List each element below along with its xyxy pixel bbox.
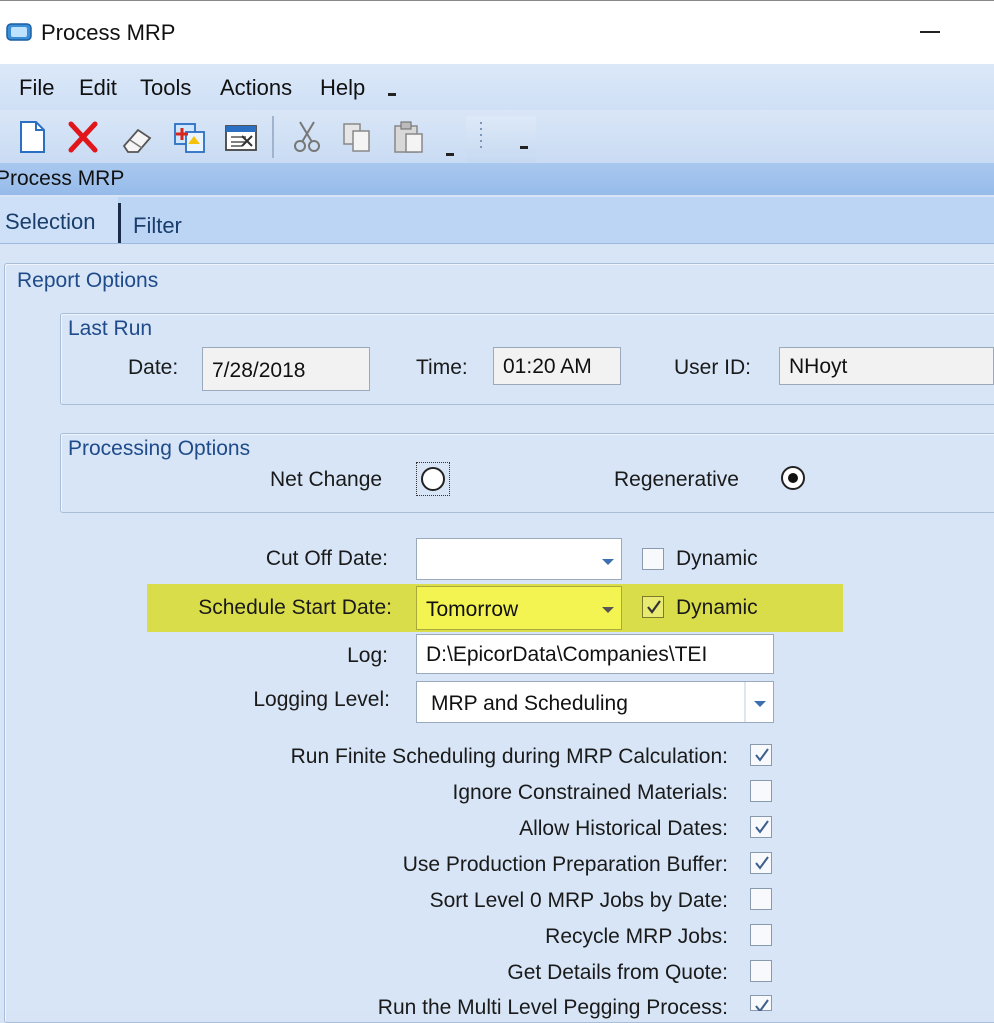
clear-icon[interactable] bbox=[120, 118, 154, 156]
copy-icon[interactable] bbox=[340, 118, 374, 156]
net-change-radio[interactable] bbox=[421, 467, 445, 491]
schedule-start-date-combo[interactable]: Tomorrow bbox=[416, 586, 622, 630]
multi-level-pegging-checkbox[interactable] bbox=[750, 995, 772, 1011]
schedule-start-dropdown-icon[interactable] bbox=[598, 600, 618, 620]
menu-tools[interactable]: Tools bbox=[140, 75, 191, 101]
sort-level0-label: Sort Level 0 MRP Jobs by Date: bbox=[429, 889, 728, 912]
cut-off-dynamic-label: Dynamic bbox=[676, 547, 758, 570]
last-run-date-field: 7/28/2018 bbox=[202, 347, 370, 391]
user-id-label: User ID: bbox=[674, 356, 752, 379]
allow-historical-checkbox[interactable] bbox=[750, 816, 772, 838]
logging-level-label: Logging Level: bbox=[253, 688, 390, 711]
allow-historical-label: Allow Historical Dates: bbox=[519, 817, 728, 840]
ignore-constrained-label: Ignore Constrained Materials: bbox=[452, 781, 728, 804]
logging-level-combo[interactable]: MRP and Scheduling bbox=[416, 681, 774, 723]
log-path-field[interactable]: D:\EpicorData\Companies\TEI bbox=[416, 634, 774, 674]
print-preview-icon[interactable] bbox=[224, 118, 258, 156]
tab-divider bbox=[118, 203, 121, 243]
schedule-start-dynamic-checkbox[interactable] bbox=[642, 596, 664, 618]
details-from-quote-checkbox[interactable] bbox=[750, 960, 772, 982]
regenerative-radio[interactable] bbox=[781, 466, 805, 490]
toolbar-secondary bbox=[466, 116, 536, 162]
cut-icon[interactable] bbox=[290, 118, 324, 156]
window-title: Process MRP bbox=[41, 20, 176, 45]
details-from-quote-label: Get Details from Quote: bbox=[507, 961, 728, 984]
cut-off-date-label: Cut Off Date: bbox=[265, 547, 388, 570]
paste-icon[interactable] bbox=[392, 118, 426, 156]
recycle-jobs-checkbox[interactable] bbox=[750, 924, 772, 946]
cut-off-dynamic-checkbox[interactable] bbox=[642, 548, 664, 570]
prep-buffer-label: Use Production Preparation Buffer: bbox=[402, 853, 728, 876]
attach-icon[interactable] bbox=[172, 118, 206, 156]
regenerative-label: Regenerative bbox=[614, 468, 739, 491]
tab-selection-label: Selection bbox=[5, 209, 96, 234]
app-icon bbox=[6, 22, 32, 42]
panel-title: Process MRP bbox=[0, 167, 125, 190]
finite-scheduling-label: Run Finite Scheduling during MRP Calcula… bbox=[290, 745, 728, 768]
cut-off-date-combo[interactable] bbox=[416, 538, 622, 580]
schedule-start-dynamic-label: Dynamic bbox=[676, 596, 758, 619]
toolbar-overflow-icon[interactable] bbox=[444, 146, 456, 156]
toolbar-separator bbox=[272, 116, 274, 158]
delete-icon[interactable] bbox=[66, 118, 100, 156]
prep-buffer-checkbox[interactable] bbox=[750, 852, 772, 874]
last-run-label: Last Run bbox=[68, 317, 153, 340]
menu-edit[interactable]: Edit bbox=[79, 75, 117, 101]
menu-actions[interactable]: Actions bbox=[220, 75, 292, 101]
last-run-time-field: 01:20 AM bbox=[493, 347, 621, 385]
multi-level-pegging-label: Run the Multi Level Pegging Process: bbox=[377, 996, 728, 1019]
cut-off-dropdown-icon[interactable] bbox=[598, 552, 618, 572]
tab-filter[interactable]: Filter bbox=[133, 213, 182, 239]
ignore-constrained-checkbox[interactable] bbox=[750, 780, 772, 802]
log-label: Log: bbox=[347, 644, 388, 667]
radio-selected-dot bbox=[788, 473, 798, 483]
net-change-label: Net Change bbox=[270, 468, 383, 491]
panel-header bbox=[0, 163, 994, 195]
recycle-jobs-label: Recycle MRP Jobs: bbox=[545, 925, 728, 948]
finite-scheduling-checkbox[interactable] bbox=[750, 744, 772, 766]
menu-file[interactable]: File bbox=[19, 75, 54, 101]
schedule-start-date-label: Schedule Start Date: bbox=[198, 596, 392, 619]
minimize-button[interactable] bbox=[910, 14, 950, 50]
logging-level-dropdown-icon[interactable] bbox=[750, 694, 770, 714]
menu-help[interactable]: Help bbox=[320, 75, 365, 101]
processing-options-label: Processing Options bbox=[68, 437, 251, 460]
sort-level0-checkbox[interactable] bbox=[750, 888, 772, 910]
date-label: Date: bbox=[128, 356, 179, 379]
new-icon[interactable] bbox=[16, 118, 50, 156]
logging-level-divider bbox=[744, 682, 746, 722]
time-label: Time: bbox=[416, 356, 468, 379]
menu-overflow-icon[interactable] bbox=[386, 86, 398, 98]
report-options-label: Report Options bbox=[17, 269, 159, 292]
last-run-user-field: NHoyt bbox=[779, 347, 994, 385]
